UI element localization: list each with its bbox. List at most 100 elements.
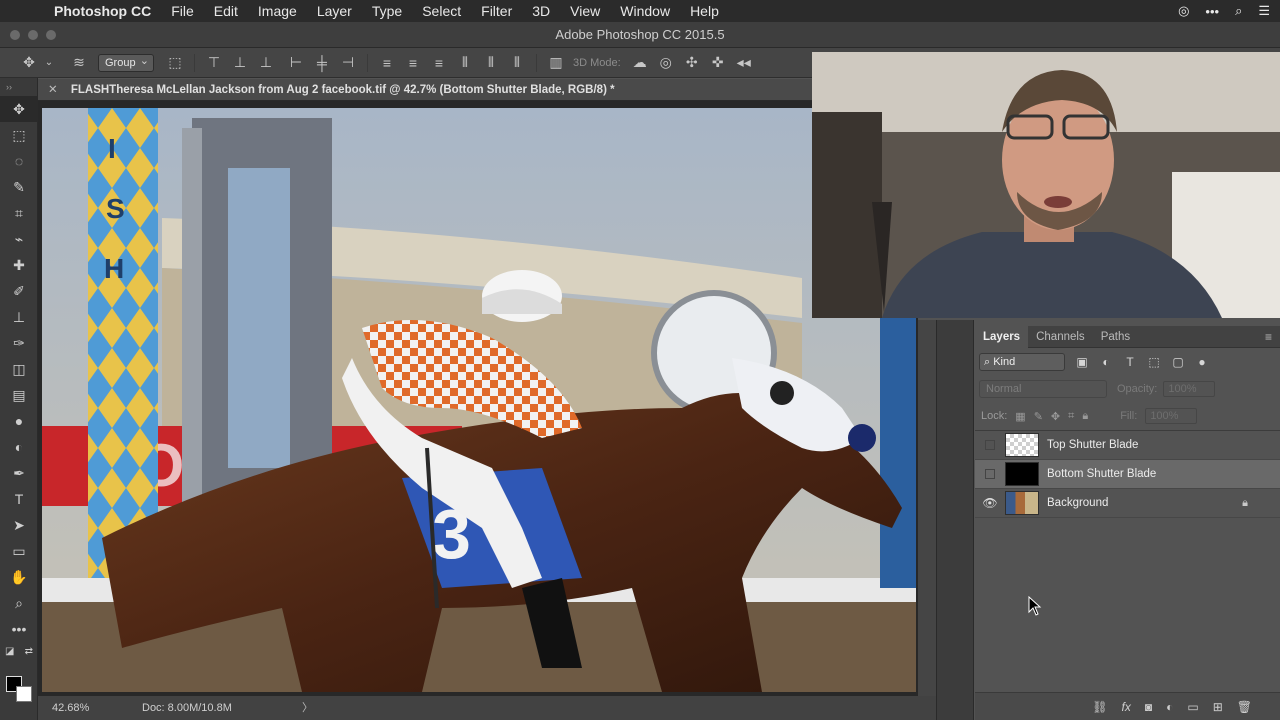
pen-tool-icon[interactable]: ✒: [0, 460, 38, 486]
lock-image-pixels-icon[interactable]: ✎: [1034, 410, 1043, 423]
edit-toolbar-icon[interactable]: •••: [0, 616, 38, 642]
gradient-tool-icon[interactable]: ▤: [0, 382, 38, 408]
zoom-window-button[interactable]: [46, 30, 56, 40]
layer-row-background[interactable]: 👁︎ Background 🔒︎: [975, 489, 1280, 518]
menu-type[interactable]: Type: [362, 3, 412, 19]
filter-adjustment-layers-icon[interactable]: ◐: [1099, 355, 1113, 369]
layer-row-bottom-shutter-blade[interactable]: Bottom Shutter Blade: [975, 460, 1280, 489]
filter-smart-objects-icon[interactable]: ▢: [1171, 355, 1185, 369]
visibility-toggle[interactable]: [985, 469, 995, 479]
swap-colors-icon[interactable]: ◪ ⇄: [0, 642, 38, 660]
document-canvas[interactable]: TO TT I S H: [38, 101, 918, 696]
layer-name[interactable]: Top Shutter Blade: [1047, 439, 1138, 451]
align-top-icon[interactable]: ⊤: [201, 54, 227, 71]
link-layers-icon[interactable]: ⛓︎: [1092, 700, 1107, 714]
minimize-window-button[interactable]: [28, 30, 38, 40]
status-menu-arrow[interactable]: 〉: [272, 696, 313, 720]
eye-icon[interactable]: 👁︎: [975, 496, 1005, 510]
3d-slide-icon[interactable]: ✜: [705, 54, 731, 71]
distribute-horizontal-center-icon[interactable]: ⦀: [478, 54, 504, 71]
move-tool-preset-icon[interactable]: ✥: [16, 54, 42, 71]
filter-pixel-layers-icon[interactable]: ▣: [1075, 355, 1089, 369]
fill-field[interactable]: 100%: [1145, 408, 1198, 424]
blend-mode-dropdown[interactable]: Normal: [979, 380, 1107, 398]
chevron-down-icon[interactable]: ⌄: [42, 57, 56, 68]
trash-icon[interactable]: 🗑︎: [1237, 700, 1252, 714]
lock-artboard-icon[interactable]: ⌗: [1068, 410, 1074, 423]
auto-align-layers-icon[interactable]: ▥: [543, 54, 569, 71]
menu-image[interactable]: Image: [248, 3, 307, 19]
show-transform-controls-icon[interactable]: ⬚: [162, 54, 188, 71]
brush-tool-icon[interactable]: ✐: [0, 278, 38, 304]
3d-roll-icon[interactable]: ◎: [653, 54, 679, 71]
add-mask-icon[interactable]: ◙: [1145, 700, 1152, 714]
menu-view[interactable]: View: [560, 3, 610, 19]
menu-help[interactable]: Help: [680, 3, 729, 19]
adjustment-layer-icon[interactable]: ◐: [1166, 700, 1173, 714]
menu-window[interactable]: Window: [610, 3, 680, 19]
path-selection-tool-icon[interactable]: ➤: [0, 512, 38, 538]
zoom-level[interactable]: 42.68%: [38, 696, 132, 720]
menu-file[interactable]: File: [161, 3, 204, 19]
background-color-swatch[interactable]: [16, 686, 32, 702]
lasso-tool-icon[interactable]: ◌: [0, 148, 38, 174]
quick-selection-tool-icon[interactable]: ✎: [0, 174, 38, 200]
eraser-tool-icon[interactable]: ◫: [0, 356, 38, 382]
rectangle-tool-icon[interactable]: ▭: [0, 538, 38, 564]
filter-toggle-icon[interactable]: ●: [1195, 355, 1209, 369]
lock-all-icon[interactable]: 🔒︎: [1082, 410, 1088, 423]
menu-app-name[interactable]: Photoshop CC: [54, 3, 161, 19]
menu-edit[interactable]: Edit: [204, 3, 248, 19]
healing-brush-tool-icon[interactable]: ✚: [0, 252, 38, 278]
lock-position-icon[interactable]: ✥: [1051, 410, 1060, 423]
filter-type-layers-icon[interactable]: T: [1123, 355, 1137, 369]
tab-channels[interactable]: Channels: [1028, 331, 1093, 343]
blur-tool-icon[interactable]: ●: [0, 408, 38, 434]
menu-3d[interactable]: 3D: [522, 3, 560, 19]
type-tool-icon[interactable]: T: [0, 486, 38, 512]
3d-orbit-icon[interactable]: ☁: [627, 54, 653, 71]
marquee-tool-icon[interactable]: ⬚: [0, 122, 38, 148]
distribute-vertical-center-icon[interactable]: ≡: [400, 55, 426, 71]
panel-menu-icon[interactable]: ≡: [1265, 330, 1272, 344]
new-layer-icon[interactable]: ⊞: [1213, 700, 1223, 714]
crop-tool-icon[interactable]: ⌗: [0, 200, 38, 226]
new-group-icon[interactable]: ▭: [1187, 700, 1198, 714]
hand-tool-icon[interactable]: ✋: [0, 564, 38, 590]
auto-select-layers-icon[interactable]: ≋: [66, 54, 92, 71]
align-left-icon[interactable]: ⊢: [283, 54, 309, 71]
move-tool-icon[interactable]: ✥: [0, 96, 38, 122]
menu-filter[interactable]: Filter: [471, 3, 522, 19]
layer-name[interactable]: Bottom Shutter Blade: [1047, 468, 1156, 480]
lock-transparent-pixels-icon[interactable]: ▦: [1015, 410, 1025, 423]
align-vertical-center-icon[interactable]: ⊥: [227, 54, 253, 71]
auto-select-dropdown[interactable]: Group: [98, 53, 154, 72]
notification-center-icon[interactable]: ☰: [1258, 3, 1270, 19]
tab-paths[interactable]: Paths: [1093, 331, 1138, 343]
zoom-tool-icon[interactable]: ⌕: [0, 590, 38, 616]
spotlight-search-icon[interactable]: ⌕: [1235, 3, 1242, 19]
3d-scale-icon[interactable]: ◂◂: [731, 54, 757, 71]
align-bottom-icon[interactable]: ⊥: [253, 54, 279, 71]
filter-shape-layers-icon[interactable]: ⬚: [1147, 355, 1161, 369]
close-window-button[interactable]: [10, 30, 20, 40]
creative-cloud-icon[interactable]: ◎: [1178, 3, 1189, 19]
menu-layer[interactable]: Layer: [307, 3, 362, 19]
3d-pan-icon[interactable]: ✣: [679, 54, 705, 71]
distribute-top-icon[interactable]: ≡: [374, 55, 400, 71]
distribute-left-icon[interactable]: ⦀: [452, 54, 478, 71]
layer-name[interactable]: Background: [1047, 497, 1108, 509]
eyedropper-tool-icon[interactable]: ⌁: [0, 226, 38, 252]
more-icon[interactable]: •••: [1205, 4, 1219, 19]
document-tab[interactable]: ✕ FLASHTheresa McLellan Jackson from Aug…: [38, 79, 812, 101]
collapse-toolbar-icon[interactable]: ››: [0, 78, 38, 96]
filter-kind-dropdown[interactable]: ⌕ Kind: [979, 353, 1065, 371]
opacity-field[interactable]: 100%: [1163, 381, 1216, 397]
distribute-bottom-icon[interactable]: ≡: [426, 55, 452, 71]
dodge-tool-icon[interactable]: ◐: [0, 434, 38, 460]
menu-select[interactable]: Select: [412, 3, 471, 19]
tab-layers[interactable]: Layers: [975, 325, 1029, 348]
distribute-right-icon[interactable]: ⦀: [504, 54, 530, 71]
layer-style-icon[interactable]: fx: [1122, 700, 1131, 714]
close-document-icon[interactable]: ✕: [48, 84, 58, 96]
